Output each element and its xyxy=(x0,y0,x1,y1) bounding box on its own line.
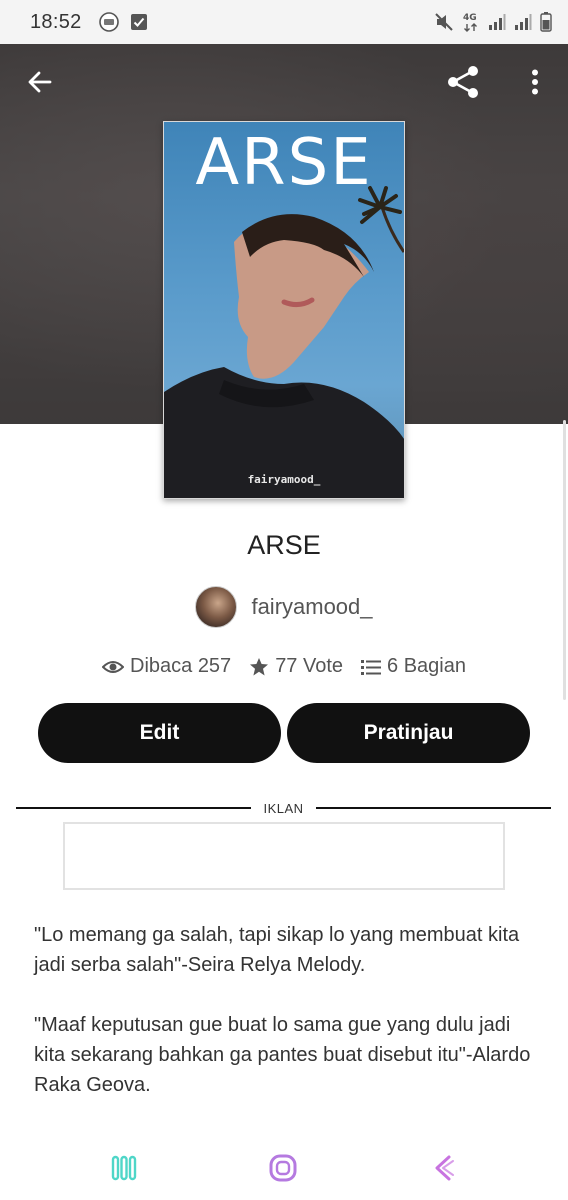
share-icon xyxy=(448,66,478,98)
author-name[interactable]: fairyamood_ xyxy=(251,594,372,620)
parts-count: 6 Bagian xyxy=(387,655,466,677)
book-cover[interactable]: ARSE fairyamood_ xyxy=(163,121,405,499)
more-vertical-icon xyxy=(532,69,538,95)
cover-title: ARSE xyxy=(195,126,373,200)
home-icon xyxy=(269,1154,297,1182)
votes-stat: 77 Vote xyxy=(249,655,343,678)
ad-label: IKLAN xyxy=(263,800,304,816)
ad-divider: IKLAN xyxy=(16,800,552,816)
network-4g-icon: 4G xyxy=(462,11,480,33)
top-action-bar xyxy=(0,44,568,122)
author-row[interactable]: fairyamood_ xyxy=(0,586,568,628)
back-button[interactable] xyxy=(22,64,58,100)
story-description: "Lo memang ga salah, tapi sikap lo yang … xyxy=(34,920,534,1130)
votes-count: 77 Vote xyxy=(275,655,344,677)
home-button[interactable] xyxy=(263,1150,303,1186)
share-button[interactable] xyxy=(442,62,484,102)
eye-icon xyxy=(102,660,124,673)
battery-icon xyxy=(540,12,552,32)
nav-back-button[interactable] xyxy=(423,1150,463,1186)
reads-count: Dibaca 257 xyxy=(130,655,232,677)
story-details-screen: 18:52 4G ARSE fairyamood_ ARSE fairyamoo… xyxy=(0,0,568,1200)
scrollbar[interactable] xyxy=(563,420,566,700)
status-time: 18:52 xyxy=(30,10,82,33)
edit-button[interactable]: Edit xyxy=(38,703,281,763)
description-paragraph: "Maaf keputusan gue buat lo sama gue yan… xyxy=(34,1014,531,1096)
divider-line-left xyxy=(16,807,252,809)
reads-stat: Dibaca 257 xyxy=(102,655,231,678)
cover-author-mark: fairyamood_ xyxy=(247,473,321,486)
signal-icon xyxy=(488,13,506,31)
status-bar: 18:52 4G xyxy=(0,0,568,44)
ad-slot[interactable] xyxy=(63,822,505,890)
story-stats: Dibaca 257 77 Vote 6 Bagian xyxy=(0,655,568,678)
arrow-left-icon xyxy=(28,71,52,93)
avatar[interactable] xyxy=(195,586,238,628)
list-icon xyxy=(361,659,382,675)
network-label: 4G xyxy=(463,13,477,23)
story-title: ARSE xyxy=(247,530,321,560)
status-left-icons xyxy=(98,11,148,33)
back-icon xyxy=(435,1155,454,1181)
parts-stat: 6 Bagian xyxy=(361,655,466,678)
system-navigation-bar xyxy=(0,1136,568,1200)
person-illustration xyxy=(164,214,404,498)
checkbox-notification-icon xyxy=(130,13,148,31)
divider-line-right xyxy=(315,807,552,809)
description-paragraph: "Lo memang ga salah, tapi sikap lo yang … xyxy=(34,924,520,976)
mute-icon xyxy=(434,12,454,32)
signal-icon-2 xyxy=(514,13,532,31)
recent-apps-button[interactable] xyxy=(104,1150,144,1186)
star-icon xyxy=(250,657,269,675)
preview-button[interactable]: Pratinjau xyxy=(287,703,530,763)
more-options-button[interactable] xyxy=(520,64,550,100)
app-notification-icon xyxy=(98,11,120,33)
status-right-icons: 4G xyxy=(434,11,552,33)
recent-apps-icon xyxy=(111,1155,137,1181)
